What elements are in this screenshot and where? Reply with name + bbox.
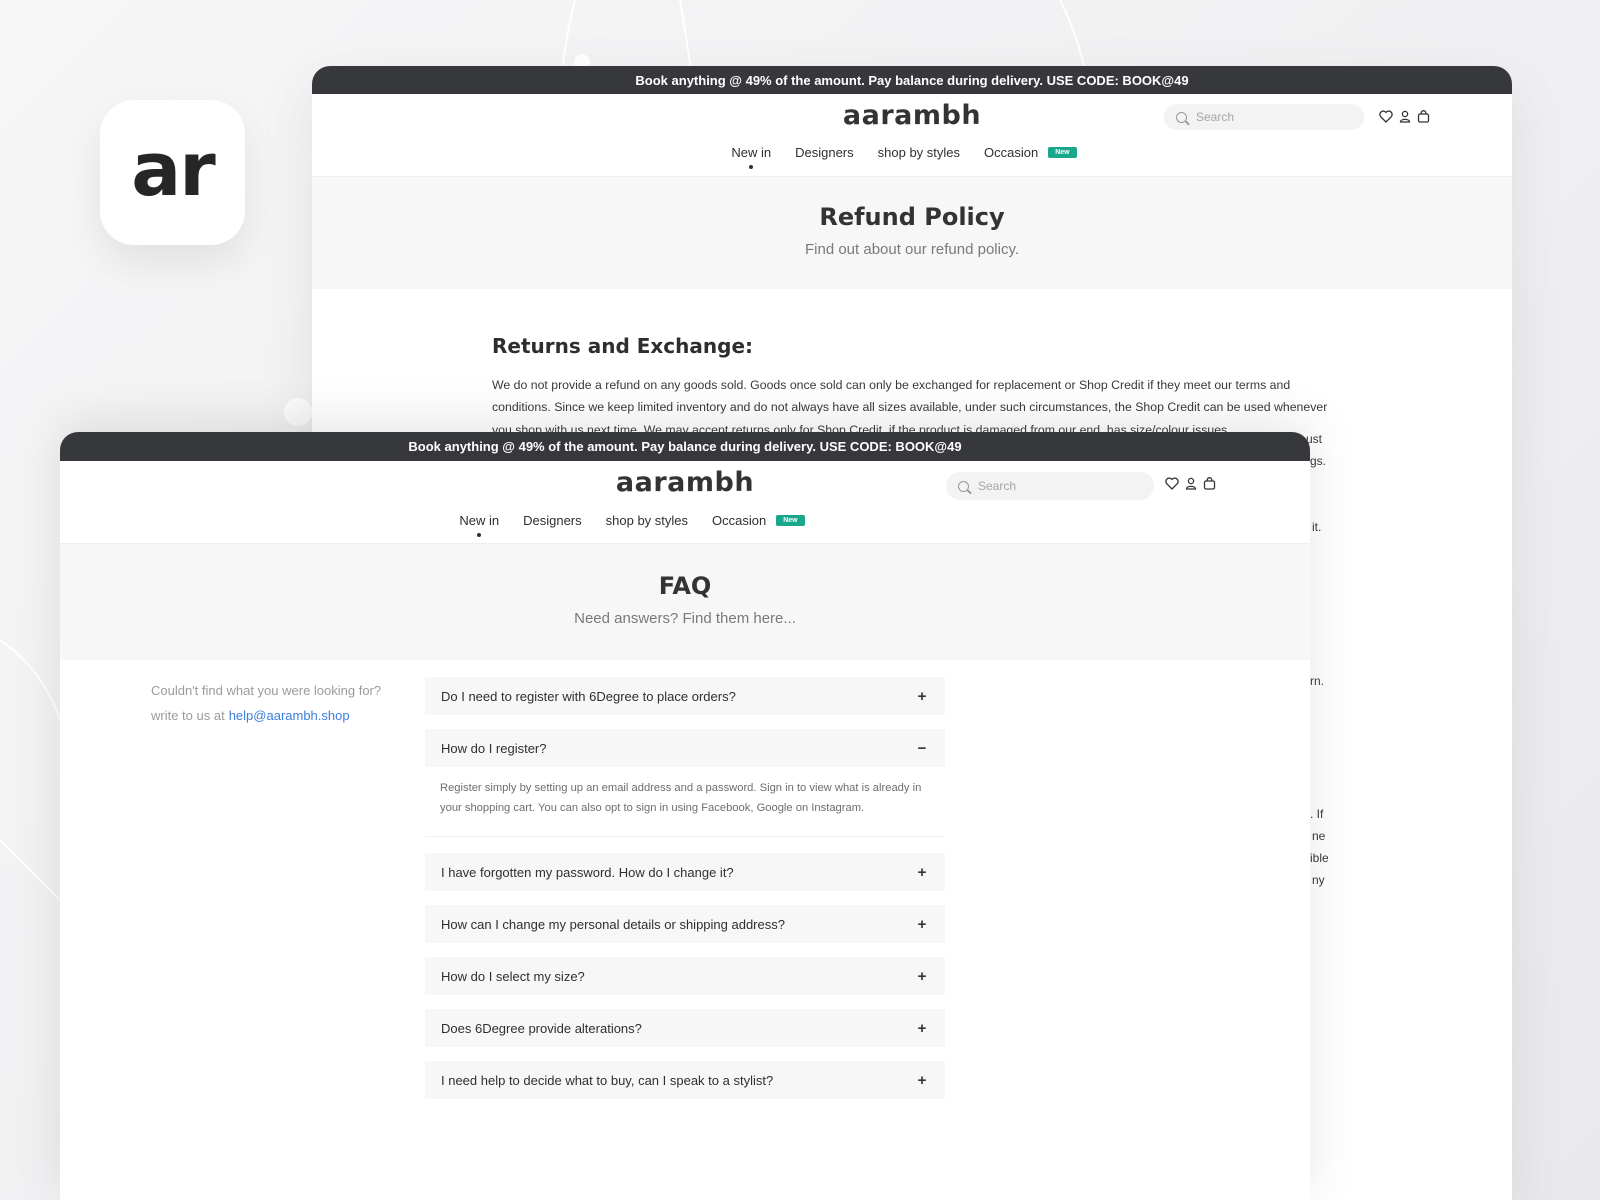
bag-icon[interactable]	[1417, 110, 1430, 123]
faq-question: I need help to decide what to buy, can I…	[441, 1072, 774, 1088]
search-input[interactable]	[976, 478, 1130, 494]
help-email-link[interactable]: help@aarambh.shop	[229, 708, 350, 723]
faq-question-toggle[interactable]: How do I select my size? +	[425, 957, 945, 995]
page-title: Refund Policy	[819, 203, 1005, 231]
app-icon-text: ar	[131, 126, 215, 213]
faq-question-toggle[interactable]: I need help to decide what to buy, can I…	[425, 1061, 945, 1099]
faq-question: How do I select my size?	[441, 968, 585, 984]
faq-window: Book anything @ 49% of the amount. Pay b…	[60, 432, 1310, 1200]
faq-question: Does 6Degree provide alterations?	[441, 1020, 642, 1036]
expand-icon[interactable]: +	[915, 1020, 929, 1037]
announcement-bar: Book anything @ 49% of the amount. Pay b…	[60, 432, 1310, 461]
text-fragment: . If	[1310, 807, 1324, 821]
new-badge: New	[1048, 147, 1077, 158]
text-fragment: rn.	[1310, 674, 1325, 688]
faq-question-toggle[interactable]: Does 6Degree provide alterations? +	[425, 1009, 945, 1047]
nav-item-new-in[interactable]: New in	[447, 513, 511, 528]
policy-content: Returns and Exchange: We do not provide …	[492, 334, 1330, 441]
text-fragment: ne	[1312, 829, 1326, 843]
faq-question-toggle[interactable]: Do I need to register with 6Degree to pl…	[425, 677, 945, 715]
collapse-icon[interactable]: −	[915, 740, 929, 757]
header-icons	[1165, 477, 1216, 490]
faq-question-toggle[interactable]: How do I register? −	[425, 729, 945, 767]
faq-question-toggle[interactable]: I have forgotten my password. How do I c…	[425, 853, 945, 891]
site-header: aarambh New in Designers shop by styles …	[312, 94, 1512, 176]
site-header: aarambh New in Designers shop by styles …	[60, 461, 1310, 543]
expand-icon[interactable]: +	[915, 688, 929, 705]
main-nav: New in Designers shop by styles Occasion…	[312, 145, 1512, 160]
faq-question: I have forgotten my password. How do I c…	[441, 864, 734, 880]
nav-item-occasion[interactable]: Occasion New	[972, 145, 1089, 160]
faq-help-sidebar: Couldn't find what you were looking for?…	[151, 678, 401, 728]
faq-question: How do I register?	[441, 740, 547, 756]
search-input[interactable]	[1194, 109, 1348, 125]
faq-question: Do I need to register with 6Degree to pl…	[441, 688, 736, 704]
page-hero: FAQ Need answers? Find them here...	[60, 543, 1310, 660]
faq-answer: Register simply by setting up an email a…	[425, 767, 945, 837]
announcement-bar: Book anything @ 49% of the amount. Pay b…	[312, 66, 1512, 94]
help-prefix: write to us at	[151, 708, 225, 723]
search-box[interactable]	[1164, 104, 1364, 130]
text-fragment: gs.	[1310, 454, 1327, 468]
faq-item: How can I change my personal details or …	[425, 905, 945, 943]
nav-item-shop-by-styles[interactable]: shop by styles	[866, 145, 972, 160]
search-box[interactable]	[946, 472, 1154, 500]
new-badge: New	[776, 515, 805, 526]
faq-item: How do I select my size? +	[425, 957, 945, 995]
page-title: FAQ	[658, 572, 712, 600]
section-title: Returns and Exchange:	[492, 334, 754, 358]
header-icons	[1379, 110, 1430, 123]
nav-item-new-in[interactable]: New in	[719, 145, 783, 160]
page-subtitle: Find out about our refund policy.	[804, 241, 1020, 258]
heart-icon[interactable]	[1379, 110, 1393, 123]
faq-item: Does 6Degree provide alterations? +	[425, 1009, 945, 1047]
page-subtitle: Need answers? Find them here...	[574, 610, 796, 627]
heart-icon[interactable]	[1165, 477, 1179, 490]
nav-item-designers[interactable]: Designers	[511, 513, 594, 528]
faq-item: Do I need to register with 6Degree to pl…	[425, 677, 945, 715]
expand-icon[interactable]: +	[915, 1072, 929, 1089]
help-text: Couldn't find what you were looking for?	[151, 683, 382, 698]
text-fragment: ny	[1312, 873, 1325, 887]
expand-icon[interactable]: +	[915, 968, 929, 985]
search-icon	[958, 480, 969, 492]
page-hero: Refund Policy Find out about our refund …	[312, 176, 1512, 289]
expand-icon[interactable]: +	[915, 864, 929, 881]
expand-icon[interactable]: +	[915, 916, 929, 933]
faq-item: I have forgotten my password. How do I c…	[425, 853, 945, 891]
search-icon	[1176, 111, 1187, 123]
bag-icon[interactable]	[1203, 477, 1216, 490]
nav-item-shop-by-styles[interactable]: shop by styles	[594, 513, 700, 528]
user-icon[interactable]	[1399, 110, 1411, 123]
main-nav: New in Designers shop by styles Occasion…	[60, 513, 1310, 528]
faq-question-toggle[interactable]: How can I change my personal details or …	[425, 905, 945, 943]
nav-item-occasion[interactable]: Occasion New	[700, 513, 817, 528]
help-contact: write to us at help@aarambh.shop	[151, 703, 401, 728]
app-icon: ar	[100, 100, 245, 245]
faq-list: Do I need to register with 6Degree to pl…	[425, 677, 945, 1113]
text-fragment: ible	[1310, 851, 1329, 865]
user-icon[interactable]	[1185, 477, 1197, 490]
faq-item: I need help to decide what to buy, can I…	[425, 1061, 945, 1099]
text-fragment: it.	[1312, 520, 1322, 534]
faq-question: How can I change my personal details or …	[441, 916, 785, 932]
nav-item-designers[interactable]: Designers	[783, 145, 866, 160]
faq-item: How do I register? − Register simply by s…	[425, 729, 945, 837]
